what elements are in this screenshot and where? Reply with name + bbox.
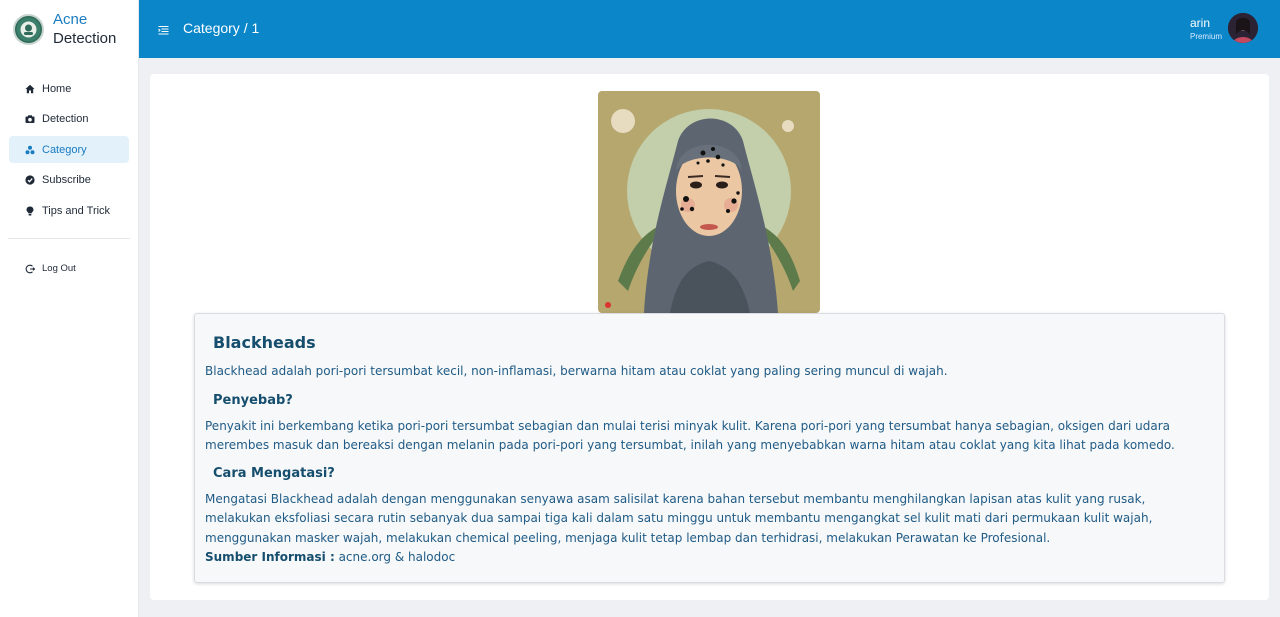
logout-label: Log Out xyxy=(42,263,76,274)
sidebar-item-subscribe[interactable]: Subscribe xyxy=(9,167,129,194)
sidebar-nav: Home Detection Category Subscribe Tips a… xyxy=(0,75,138,224)
subscribe-icon xyxy=(25,175,35,185)
cause-text: Penyakit ini berkembang ketika pori-pori… xyxy=(205,418,1175,453)
brand[interactable]: Acne Detection xyxy=(0,0,138,58)
sidebar-divider xyxy=(8,238,130,239)
treatment-text: Mengatasi Blackhead adalah dengan menggu… xyxy=(205,491,1153,545)
sidebar-item-category[interactable]: Category xyxy=(9,136,129,163)
category-icon xyxy=(25,145,35,155)
sidebar-item-label: Subscribe xyxy=(42,174,91,186)
avatar[interactable] xyxy=(1228,13,1258,43)
breadcrumb: Category / 1 xyxy=(183,20,260,36)
top-header: Category / 1 arin Premium xyxy=(139,0,1280,58)
sidebar-item-label: Detection xyxy=(42,113,89,125)
source-label: Sumber Informasi : xyxy=(205,550,335,564)
user-info[interactable]: arin Premium xyxy=(1190,16,1222,41)
sidebar-item-detection[interactable]: Detection xyxy=(9,106,129,133)
sidebar-item-label: Home xyxy=(42,82,72,95)
user-name: arin xyxy=(1189,16,1210,30)
blackheads-illustration xyxy=(598,91,820,313)
bulb-icon xyxy=(25,206,35,216)
source-line: Sumber Informasi : acne.org & halodoc xyxy=(205,548,1214,568)
source-value: acne.org & halodoc xyxy=(338,550,456,564)
app-name-line1: Acne xyxy=(53,11,88,28)
sidebar-item-home[interactable]: Home xyxy=(9,75,129,102)
logout-icon xyxy=(25,264,35,274)
sidebar-item-tips[interactable]: Tips and Trick xyxy=(9,197,129,224)
app-logo-icon xyxy=(13,13,44,45)
sidebar-item-label: Category xyxy=(42,143,87,156)
article-intro: Blackhead adalah pori-pori tersumbat kec… xyxy=(205,364,948,378)
cause-heading: Penyebab? xyxy=(213,392,293,408)
sidebar: Acne Detection Home Detection Category S… xyxy=(0,0,139,617)
article-panel: Blackheads Blackhead adalah pori-pori te… xyxy=(194,313,1225,583)
home-icon xyxy=(25,84,35,94)
user-plan-badge: Premium xyxy=(1189,32,1222,41)
sidebar-item-label: Tips and Trick xyxy=(42,204,111,217)
menu-toggle-icon[interactable] xyxy=(158,23,169,35)
content-card: Blackheads Blackhead adalah pori-pori te… xyxy=(150,74,1269,600)
app-name-line2: Detection xyxy=(53,30,117,47)
camera-icon xyxy=(25,114,35,124)
logout-button[interactable]: Log Out xyxy=(9,255,129,282)
treatment-heading: Cara Mengatasi? xyxy=(213,465,335,481)
article-title: Blackheads xyxy=(213,333,316,352)
